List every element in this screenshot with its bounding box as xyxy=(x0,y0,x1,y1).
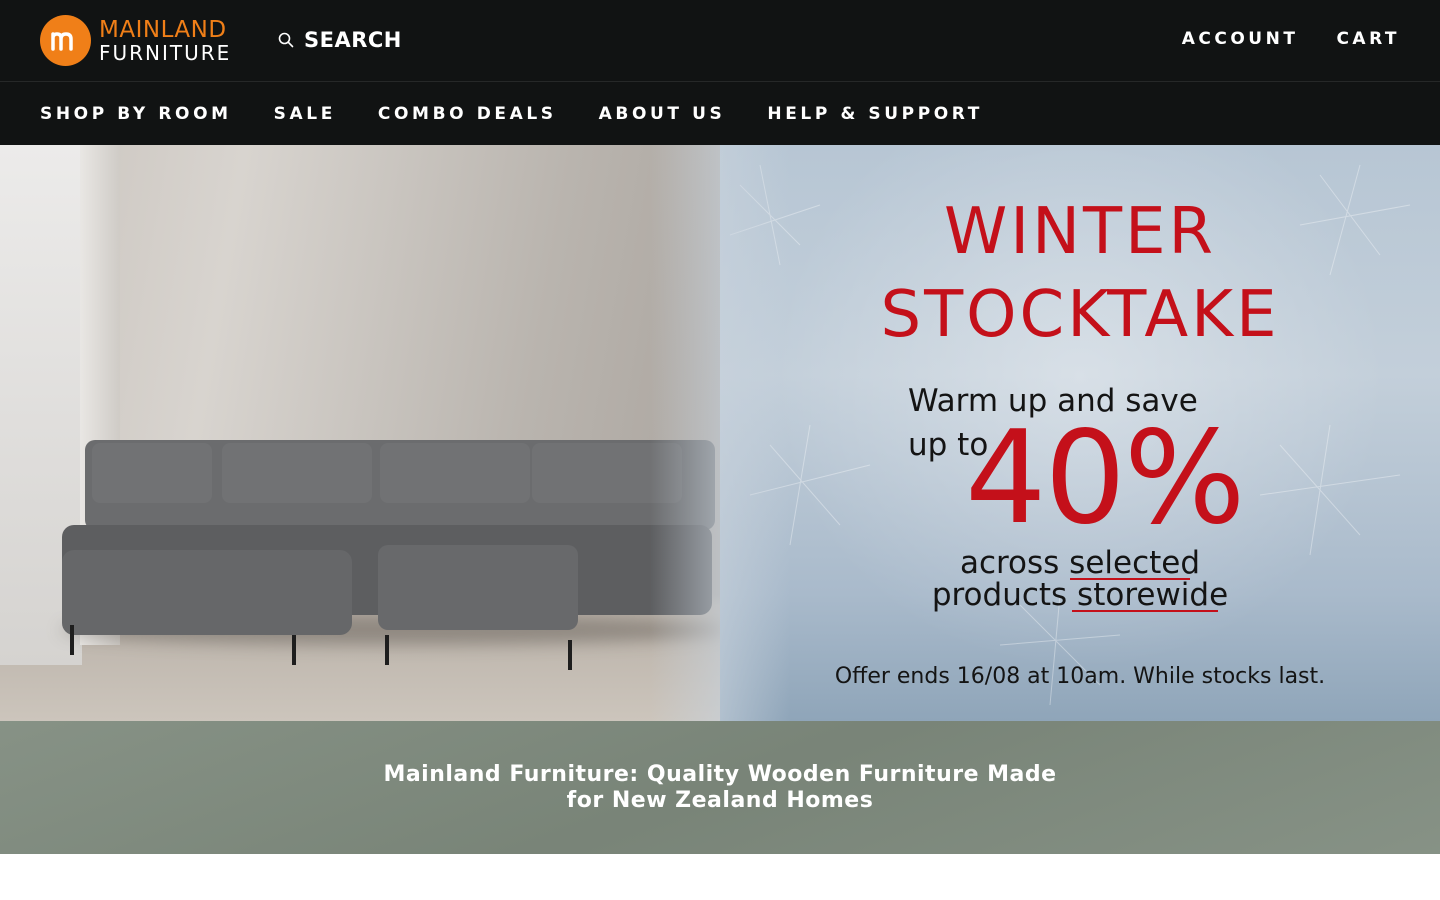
promo-across-selected: across selected xyxy=(959,545,1201,581)
cart-link[interactable]: CART xyxy=(1336,29,1400,49)
logo-line1: MAINLAND xyxy=(99,16,227,43)
tagline-strip: Mainland Furniture: Quality Wooden Furni… xyxy=(0,721,1440,854)
logo-line2: FURNITURE xyxy=(99,40,232,65)
brand-logo[interactable]: MAINLAND FURNITURE xyxy=(40,15,231,66)
hero-banner[interactable]: WINTER STOCKTAKE Warm up and save up to … xyxy=(0,145,1440,721)
nav-sale[interactable]: SALE xyxy=(274,104,336,124)
promo-title-winter: WINTER xyxy=(943,195,1217,269)
promo-percent: 40% xyxy=(965,404,1245,553)
top-header: MAINLAND FURNITURE SEARCH ACCOUNT CART xyxy=(0,0,1440,82)
promo-products-storewide: products storewide xyxy=(931,577,1229,613)
sofa-leg xyxy=(70,625,74,655)
nav-about-us[interactable]: ABOUT US xyxy=(599,104,726,124)
promo-offer-terms: Offer ends 16/08 at 10am. While stocks l… xyxy=(834,664,1326,689)
tagline-heading: Mainland Furniture: Quality Wooden Furni… xyxy=(383,762,1056,814)
nav-shop-by-room[interactable]: SHOP BY ROOM xyxy=(40,104,232,124)
sofa-headrest xyxy=(92,443,212,503)
account-link[interactable]: ACCOUNT xyxy=(1182,29,1299,49)
sofa-ottoman xyxy=(378,545,578,630)
promo-underline xyxy=(1072,610,1218,612)
sofa-leg xyxy=(568,640,572,670)
tagline-line2: for New Zealand Homes xyxy=(566,787,874,813)
main-navigation: SHOP BY ROOM SALE COMBO DEALS ABOUT US H… xyxy=(0,82,1440,145)
promo-underline xyxy=(1070,578,1190,580)
logo-m-glyph-icon xyxy=(50,31,73,51)
logo-wordmark: MAINLAND FURNITURE xyxy=(99,16,232,65)
sofa-leg xyxy=(292,635,296,665)
sofa-leg xyxy=(385,635,389,665)
logo-mark-icon xyxy=(40,15,91,66)
promo-title-stocktake: STOCKTAKE xyxy=(880,278,1280,352)
sofa-headrest xyxy=(380,443,530,503)
search-button[interactable]: SEARCH xyxy=(278,28,402,52)
sofa-chaise xyxy=(62,550,352,635)
account-links: ACCOUNT CART xyxy=(1144,29,1400,49)
tagline-line1: Mainland Furniture: Quality Wooden Furni… xyxy=(383,761,1057,787)
search-label: SEARCH xyxy=(304,28,402,52)
search-icon xyxy=(278,32,294,48)
sofa-headrest xyxy=(222,443,372,503)
nav-combo-deals[interactable]: COMBO DEALS xyxy=(378,104,557,124)
nav-help-support[interactable]: HELP & SUPPORT xyxy=(767,104,983,124)
hero-room-image xyxy=(0,145,730,721)
